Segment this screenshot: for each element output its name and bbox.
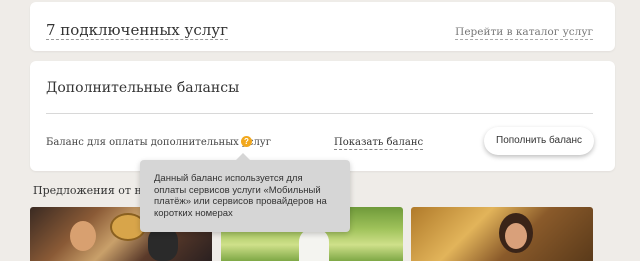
topup-balance-button[interactable]: Пополнить баланс [484, 127, 594, 155]
balance-label: Баланс для оплаты дополнительных услуг [46, 137, 271, 148]
divider [46, 113, 593, 114]
question-icon[interactable]: ? [241, 136, 252, 147]
balances-title: Дополнительные балансы [46, 80, 240, 96]
services-count-link[interactable]: 7 подключенных услуг [46, 21, 228, 40]
offer-image-detail [148, 227, 178, 261]
offer-image-detail [505, 223, 527, 249]
balance-tooltip: Данный баланс используется для оплаты се… [140, 153, 350, 232]
offer-image-3[interactable] [411, 207, 593, 261]
show-balance-link[interactable]: Показать баланс [334, 137, 424, 150]
services-card: 7 подключенных услуг Перейти в каталог у… [30, 2, 615, 51]
offer-image-detail [299, 229, 329, 261]
offer-image-detail [70, 221, 96, 251]
balances-card: Дополнительные балансы Баланс для оплаты… [30, 61, 615, 171]
catalog-link[interactable]: Перейти в каталог услуг [455, 26, 593, 40]
